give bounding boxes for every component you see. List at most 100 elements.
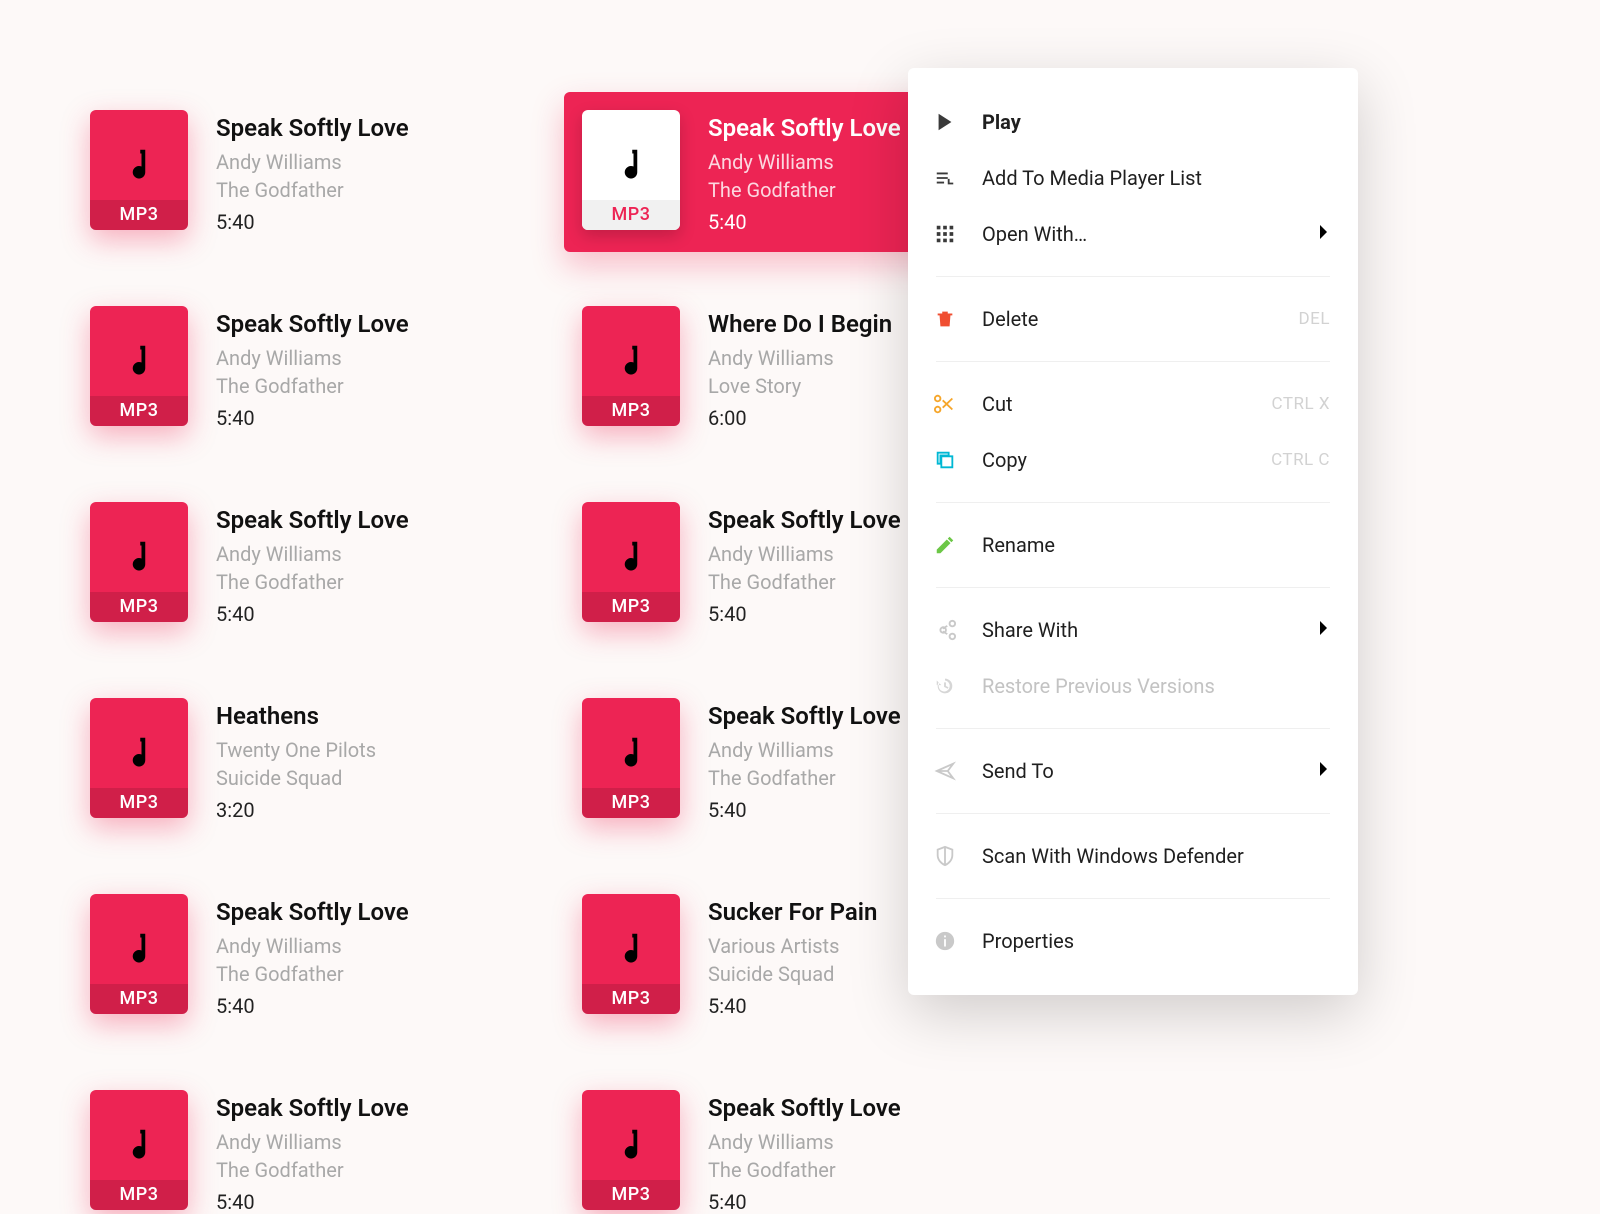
menu-item-label: Play <box>982 110 1330 134</box>
track-item[interactable]: MP3 Speak Softly Love Andy Williams The … <box>90 502 550 626</box>
menu-separator <box>936 813 1330 814</box>
menu-item-play[interactable]: Play <box>908 94 1358 150</box>
file-type-badge: MP3 <box>582 788 680 818</box>
track-item[interactable]: MP3 Heathens Twenty One Pilots Suicide S… <box>90 698 550 822</box>
menu-item-addlist[interactable]: Add To Media Player List <box>908 150 1358 206</box>
file-type-badge: MP3 <box>582 592 680 622</box>
track-duration: 5:40 <box>708 1190 901 1214</box>
send-icon <box>932 760 958 782</box>
file-type-badge: MP3 <box>90 592 188 622</box>
track-title: Speak Softly Love <box>216 114 409 142</box>
menu-item-scan[interactable]: Scan With Windows Defender <box>908 828 1358 884</box>
track-thumbnail: MP3 <box>582 306 680 426</box>
apps-grid-icon <box>932 223 958 245</box>
chevron-right-icon <box>1318 222 1330 246</box>
info-icon <box>932 930 958 952</box>
track-thumbnail: MP3 <box>90 698 188 818</box>
music-note-icon <box>616 338 646 376</box>
track-duration: 3:20 <box>216 798 376 822</box>
track-duration: 5:40 <box>216 1190 409 1214</box>
track-item[interactable]: MP3 Speak Softly Love Andy Williams The … <box>90 1090 550 1214</box>
track-title: Speak Softly Love <box>216 1094 409 1122</box>
menu-item-delete[interactable]: Delete DEL <box>908 291 1358 347</box>
track-album: The Godfather <box>708 178 901 202</box>
track-thumbnail: MP3 <box>582 110 680 230</box>
menu-item-label: Copy <box>982 448 1247 472</box>
menu-item-share[interactable]: Share With <box>908 602 1358 658</box>
track-meta: Speak Softly Love Andy Williams The Godf… <box>708 502 901 626</box>
menu-separator <box>936 587 1330 588</box>
track-artist: Andy Williams <box>216 150 409 174</box>
menu-item-props[interactable]: Properties <box>908 913 1358 969</box>
track-artist: Twenty One Pilots <box>216 738 376 762</box>
file-type-badge: MP3 <box>582 984 680 1014</box>
menu-item-sendto[interactable]: Send To <box>908 743 1358 799</box>
track-title: Speak Softly Love <box>216 310 409 338</box>
track-album: Love Story <box>708 374 892 398</box>
chevron-right-icon <box>1318 759 1330 783</box>
scissors-icon <box>932 393 958 415</box>
track-title: Speak Softly Love <box>708 1094 901 1122</box>
track-artist: Andy Williams <box>708 346 892 370</box>
track-meta: Where Do I Begin Andy Williams Love Stor… <box>708 306 892 430</box>
track-thumbnail: MP3 <box>90 306 188 426</box>
play-icon <box>932 111 958 133</box>
file-type-badge: MP3 <box>582 200 680 230</box>
music-note-icon <box>616 1122 646 1160</box>
chevron-right-icon <box>1318 618 1330 642</box>
track-item[interactable]: MP3 Speak Softly Love Andy Williams The … <box>582 1090 1042 1214</box>
menu-item-label: Restore Previous Versions <box>982 674 1330 698</box>
track-meta: Speak Softly Love Andy Williams The Godf… <box>708 110 901 234</box>
music-note-icon <box>616 730 646 768</box>
track-duration: 5:40 <box>216 602 409 626</box>
music-note-icon <box>124 926 154 964</box>
music-note-icon <box>124 730 154 768</box>
menu-item-label: Share With <box>982 618 1294 642</box>
track-item[interactable]: MP3 Speak Softly Love Andy Williams The … <box>90 894 550 1018</box>
track-album: Suicide Squad <box>216 766 376 790</box>
track-meta: Heathens Twenty One Pilots Suicide Squad… <box>216 698 376 822</box>
music-note-icon <box>124 1122 154 1160</box>
menu-item-label: Delete <box>982 307 1275 331</box>
menu-separator <box>936 361 1330 362</box>
track-item[interactable]: MP3 Speak Softly Love Andy Williams The … <box>90 110 550 234</box>
track-thumbnail: MP3 <box>582 894 680 1014</box>
file-type-badge: MP3 <box>90 200 188 230</box>
menu-item-label: Add To Media Player List <box>982 166 1330 190</box>
track-artist: Andy Williams <box>216 542 409 566</box>
track-meta: Speak Softly Love Andy Williams The Godf… <box>708 698 901 822</box>
track-album: The Godfather <box>216 962 409 986</box>
track-thumbnail: MP3 <box>582 502 680 622</box>
track-meta: Speak Softly Love Andy Williams The Godf… <box>216 110 409 234</box>
menu-item-copy[interactable]: Copy CTRL C <box>908 432 1358 488</box>
track-thumbnail: MP3 <box>90 894 188 1014</box>
menu-item-cut[interactable]: Cut CTRL X <box>908 376 1358 432</box>
share-icon <box>932 619 958 641</box>
pencil-icon <box>932 534 958 556</box>
menu-item-openwith[interactable]: Open With… <box>908 206 1358 262</box>
menu-item-label: Cut <box>982 392 1248 416</box>
copy-icon <box>932 449 958 471</box>
file-type-badge: MP3 <box>90 788 188 818</box>
track-grid: MP3 Speak Softly Love Andy Williams The … <box>0 0 1600 1214</box>
track-thumbnail: MP3 <box>90 1090 188 1210</box>
track-album: The Godfather <box>708 766 901 790</box>
track-title: Sucker For Pain <box>708 898 877 926</box>
track-album: The Godfather <box>216 1158 409 1182</box>
track-thumbnail: MP3 <box>90 502 188 622</box>
music-note-icon <box>124 142 154 180</box>
music-note-icon <box>124 534 154 572</box>
track-item[interactable]: MP3 Speak Softly Love Andy Williams The … <box>90 306 550 430</box>
track-duration: 6:00 <box>708 406 892 430</box>
music-note-icon <box>616 926 646 964</box>
menu-item-label: Properties <box>982 929 1330 953</box>
music-note-icon <box>616 142 646 180</box>
track-artist: Various Artists <box>708 934 877 958</box>
menu-separator <box>936 898 1330 899</box>
menu-item-shortcut: CTRL X <box>1272 394 1330 414</box>
track-thumbnail: MP3 <box>90 110 188 230</box>
track-duration: 5:40 <box>708 994 877 1018</box>
track-title: Heathens <box>216 702 376 730</box>
menu-item-rename[interactable]: Rename <box>908 517 1358 573</box>
track-meta: Speak Softly Love Andy Williams The Godf… <box>708 1090 901 1214</box>
